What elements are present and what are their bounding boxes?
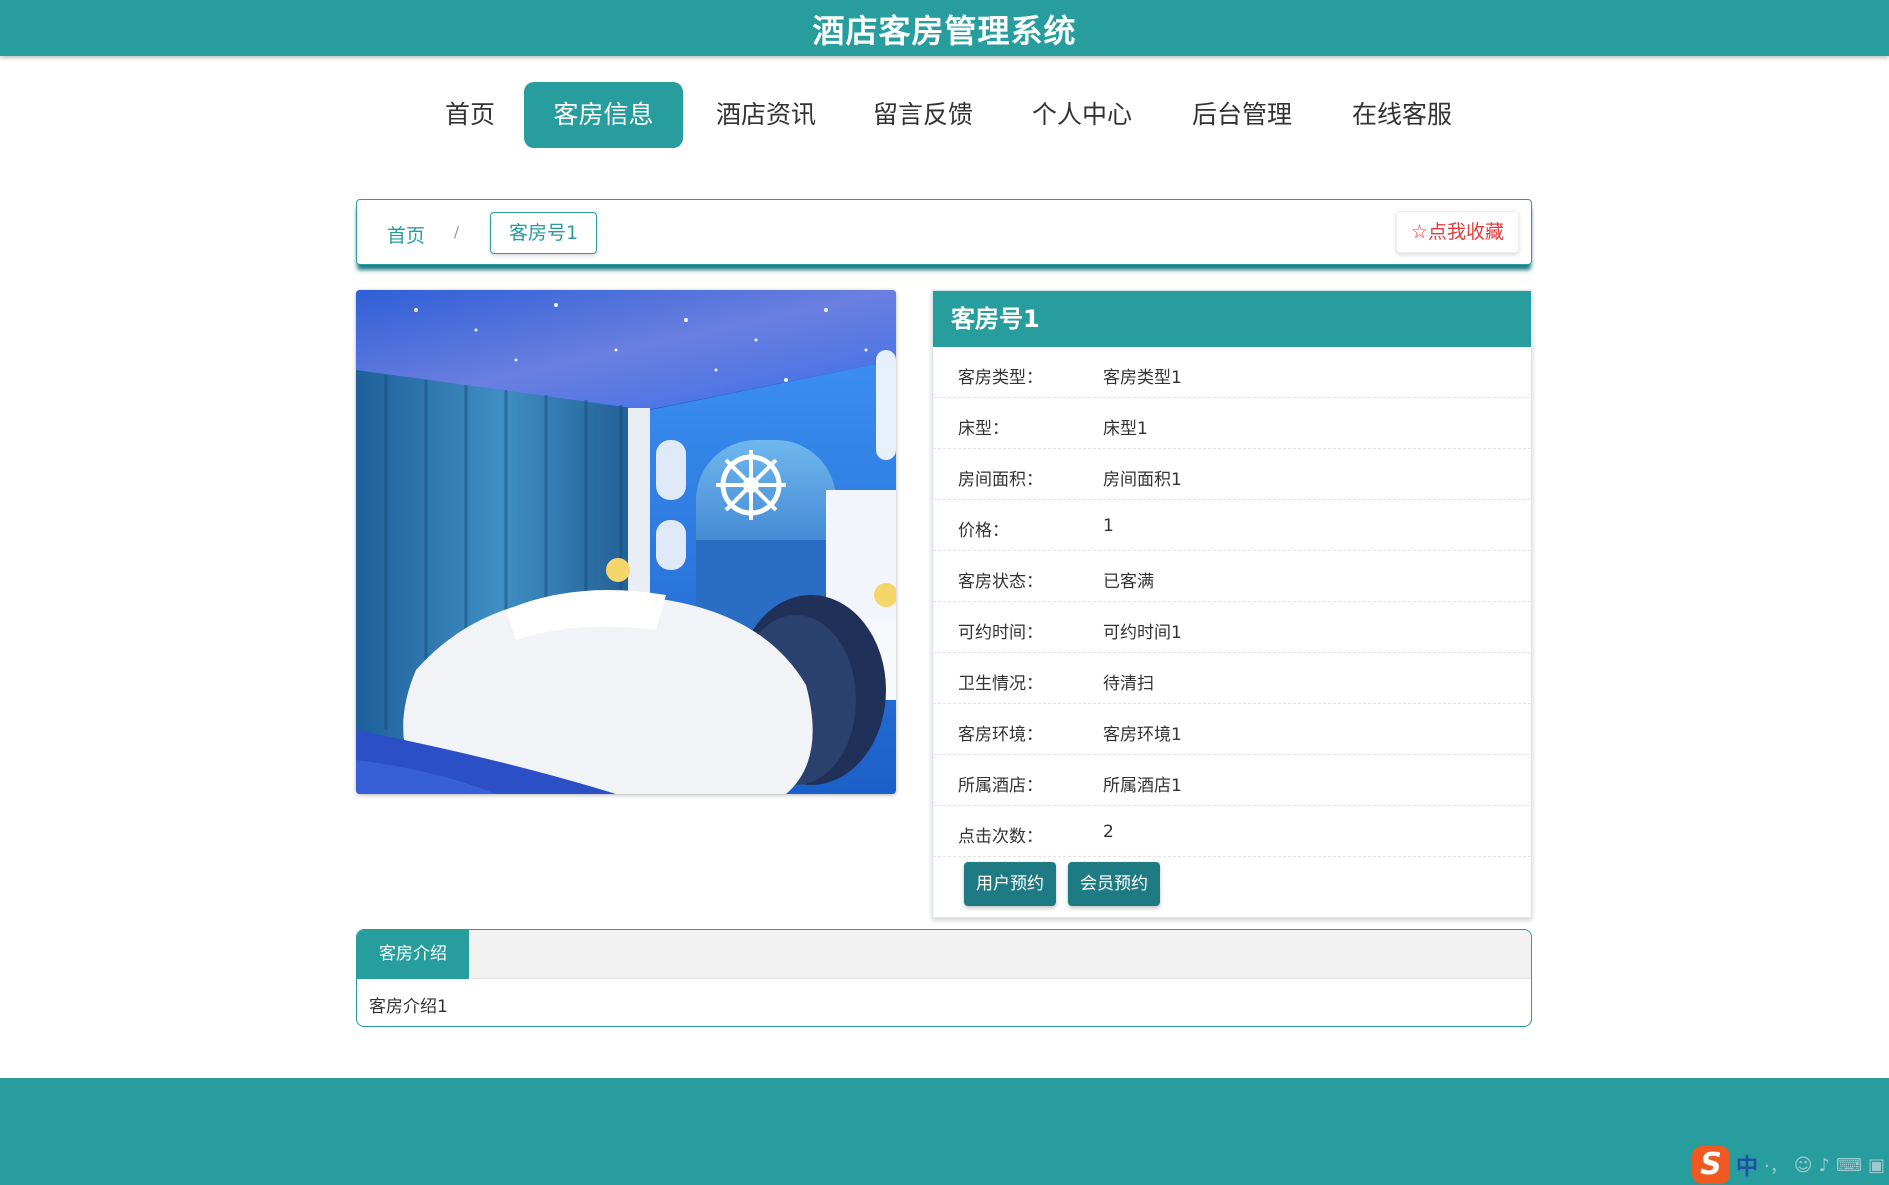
field-value: 可约时间1 — [1103, 623, 1182, 643]
favorite-button-label: 点我收藏 — [1427, 221, 1504, 243]
nav-item-feedback[interactable]: 留言反馈 — [863, 82, 983, 148]
breadcrumb-bar: 首页 / 客房号1 ☆点我收藏 — [356, 199, 1532, 265]
breadcrumb-home-link[interactable]: 首页 — [387, 221, 425, 248]
field-label: 卫生情况： — [958, 674, 1043, 694]
field-value: 2 — [1103, 822, 1114, 842]
field-value: 1 — [1103, 516, 1114, 536]
detail-row-available-time: 可约时间： 可约时间1 — [933, 602, 1531, 653]
ime-punct-indicator[interactable]: ·， — [1764, 1152, 1788, 1178]
field-value: 所属酒店1 — [1103, 776, 1182, 796]
detail-row-click-count: 点击次数： 2 — [933, 806, 1531, 857]
field-value: 待清扫 — [1103, 674, 1154, 694]
field-label: 客房环境： — [958, 725, 1043, 745]
star-outline-icon: ☆ — [1410, 221, 1428, 243]
member-booking-button[interactable]: 会员预约 — [1068, 862, 1160, 906]
tab-room-intro[interactable]: 客房介绍 — [357, 930, 469, 979]
nav-item-admin[interactable]: 后台管理 — [1182, 82, 1302, 148]
microphone-icon[interactable]: ♪ — [1819, 1155, 1831, 1176]
detail-row-bed-type: 床型： 床型1 — [933, 398, 1531, 449]
nav-item-personal-center[interactable]: 个人中心 — [1022, 82, 1142, 148]
nav-item-online-service[interactable]: 在线客服 — [1342, 82, 1462, 148]
field-label: 可约时间： — [958, 623, 1043, 643]
sogou-ime-icon[interactable]: S — [1691, 1146, 1730, 1184]
detail-row-room-type: 客房类型： 客房类型1 — [933, 347, 1531, 398]
room-intro-panel: 客房介绍 客房介绍1 — [356, 929, 1532, 1027]
footer — [0, 1078, 1889, 1185]
top-header: 酒店客房管理系统 — [0, 0, 1889, 56]
main-nav: 首页 客房信息 酒店资讯 留言反馈 个人中心 后台管理 在线客服 — [0, 82, 1889, 148]
room-title: 客房号1 — [933, 291, 1531, 347]
breadcrumb-current: 客房号1 — [490, 212, 598, 254]
field-value: 客房环境1 — [1103, 725, 1182, 745]
nav-item-hotel-news[interactable]: 酒店资讯 — [706, 82, 826, 148]
detail-row-status: 客房状态： 已客满 — [933, 551, 1531, 602]
field-value: 客房类型1 — [1103, 368, 1182, 388]
nav-item-room-info[interactable]: 客房信息 — [524, 82, 683, 148]
field-value: 已客满 — [1103, 572, 1154, 592]
detail-row-hotel: 所属酒店： 所属酒店1 — [933, 755, 1531, 806]
favorite-button[interactable]: ☆点我收藏 — [1395, 211, 1519, 253]
field-value: 床型1 — [1103, 419, 1148, 439]
emoji-icon[interactable]: ☺ — [1794, 1155, 1813, 1176]
intro-tab-bar: 客房介绍 — [357, 930, 1531, 979]
user-booking-button[interactable]: 用户预约 — [964, 862, 1056, 906]
app-title: 酒店客房管理系统 — [812, 12, 1077, 50]
room-photo — [356, 290, 896, 794]
nav-item-home[interactable]: 首页 — [420, 82, 520, 148]
field-label: 价格： — [958, 521, 1009, 541]
breadcrumb-separator: / — [454, 223, 460, 241]
intro-content: 客房介绍1 — [369, 997, 448, 1017]
field-label: 点击次数： — [958, 827, 1043, 847]
skin-icon[interactable]: ▣ — [1868, 1155, 1885, 1176]
ime-toolbar[interactable]: S 中 ·， ☺ ♪ ⌨ ▣ — [1691, 1145, 1889, 1185]
detail-row-environment: 客房环境： 客房环境1 — [933, 704, 1531, 755]
ime-mode-indicator[interactable]: 中 — [1736, 1149, 1758, 1181]
room-detail-panel: 客房号1 客房类型： 客房类型1 床型： 床型1 房间面积： 房间面积1 价格：… — [932, 290, 1532, 918]
detail-row-hygiene: 卫生情况： 待清扫 — [933, 653, 1531, 704]
field-label: 所属酒店： — [958, 776, 1043, 796]
field-label: 客房类型： — [958, 368, 1043, 388]
field-label: 客房状态： — [958, 572, 1043, 592]
field-label: 房间面积： — [958, 470, 1043, 490]
field-label: 床型： — [958, 419, 1009, 439]
detail-row-price: 价格： 1 — [933, 500, 1531, 551]
detail-row-area: 房间面积： 房间面积1 — [933, 449, 1531, 500]
field-value: 房间面积1 — [1103, 470, 1182, 490]
keyboard-icon[interactable]: ⌨ — [1836, 1155, 1862, 1176]
